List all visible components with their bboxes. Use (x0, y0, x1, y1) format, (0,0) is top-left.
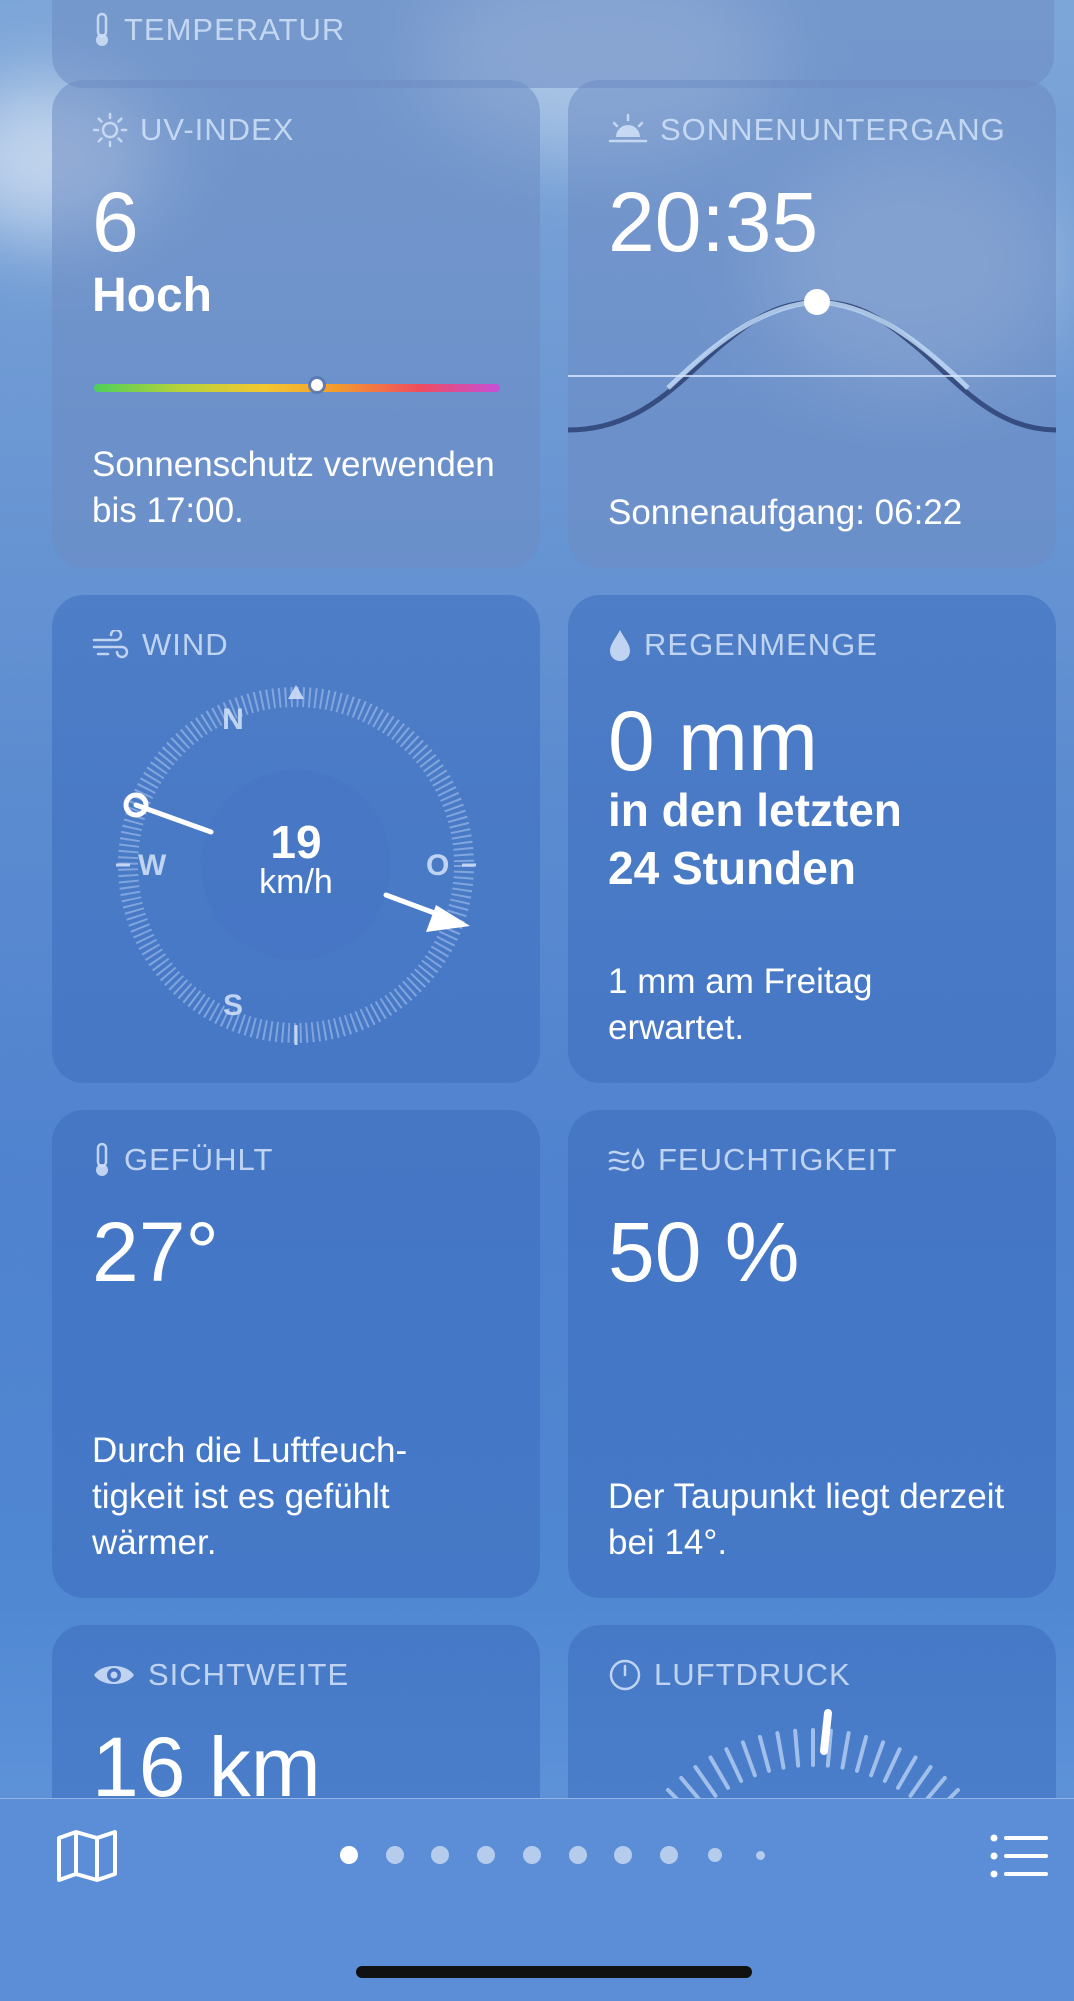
humidity-header: FEUCHTIGKEIT (608, 1142, 897, 1178)
feels-like-description: Durch die Luftfeuch-tigkeit ist es gefüh… (92, 1431, 408, 1562)
compass-north: N (222, 703, 244, 736)
sunset-time: 20:35 (608, 175, 819, 269)
uv-level: Hoch (92, 269, 212, 322)
humidity-value: 50 % (608, 1205, 800, 1299)
temperature-card[interactable]: TEMPERATUR (52, 0, 1054, 88)
page-dot[interactable] (568, 1846, 587, 1864)
humidity-title: FEUCHTIGKEIT (658, 1142, 898, 1177)
wind-card[interactable]: WIND N W O S 19 km/h (52, 595, 540, 1083)
uv-title: UV-INDEX (140, 112, 295, 147)
sun-position-marker (804, 289, 830, 315)
sun-icon (92, 112, 128, 148)
thermometer-icon (96, 1142, 108, 1176)
page-dot[interactable] (340, 1846, 358, 1864)
humidity-card[interactable]: FEUCHTIGKEIT 50 % Der Taupunkt liegt der… (568, 1110, 1056, 1598)
humidity-icon (608, 1147, 645, 1172)
uv-scale-bar (94, 379, 500, 392)
wind-icon (92, 630, 129, 659)
rain-header: REGENMENGE (608, 627, 878, 663)
page-dot[interactable] (385, 1846, 404, 1864)
temperature-header: TEMPERATUR (92, 12, 345, 48)
sun-path-chart (568, 289, 1056, 433)
uv-index-card[interactable]: UV-INDEX 6 Hoch Sonnenschutz verwenden b… (52, 80, 540, 568)
sunset-title: SONNENUNTERGANG (660, 112, 1006, 147)
wind-speed: 19 (270, 816, 322, 868)
sunset-icon (608, 113, 648, 143)
uv-header: UV-INDEX (92, 112, 294, 148)
page-dot[interactable] (477, 1846, 496, 1864)
uv-description: Sonnenschutz verwenden bis 17:00. (92, 445, 495, 530)
visibility-title: SICHTWEITE (148, 1657, 350, 1692)
wind-unit: km/h (259, 863, 333, 901)
visibility-header: SICHTWEITE (92, 1657, 349, 1693)
drop-icon (610, 630, 630, 661)
gauge-icon (609, 1659, 641, 1691)
feels-like-card[interactable]: GEFÜHLT 27° Durch die Luftfeuch-tigkeit … (52, 1110, 540, 1598)
home-indicator (356, 1966, 752, 1978)
uv-value: 6 (92, 175, 139, 269)
compass-west: W (138, 849, 167, 882)
feels-like-header: GEFÜHLT (92, 1142, 273, 1178)
pressure-title: LUFTDRUCK (654, 1657, 851, 1692)
page-dot[interactable] (755, 1850, 765, 1860)
feels-like-title: GEFÜHLT (124, 1142, 274, 1177)
map-icon[interactable] (56, 1828, 118, 1884)
sunset-header: SONNENUNTERGANG (608, 112, 1006, 148)
wind-header: WIND (92, 627, 229, 663)
page-dot[interactable] (659, 1846, 678, 1864)
temperature-title: TEMPERATUR (124, 12, 346, 47)
page-dot[interactable] (707, 1848, 722, 1862)
list-icon[interactable] (990, 1834, 1050, 1878)
rain-period-line2: 24 Stunden (608, 842, 856, 894)
pressure-header: LUFTDRUCK (608, 1657, 851, 1693)
humidity-description: Der Taupunkt liegt derzeit bei 14°. (608, 1477, 1005, 1562)
rain-forecast: 1 mm am Freitag erwartet. (608, 962, 873, 1047)
compass-east: O (426, 849, 450, 882)
rain-period-line1: in den letzten (608, 784, 902, 836)
sunset-card[interactable]: SONNENUNTERGANG 20:35 Sonnenaufgang: 06:… (568, 80, 1056, 568)
sunrise-time: Sonnenaufgang: 06:22 (608, 493, 963, 532)
wind-title: WIND (142, 627, 229, 662)
page-dot[interactable] (522, 1846, 541, 1864)
uv-indicator (311, 379, 324, 391)
thermometer-icon (96, 12, 108, 46)
rain-title: REGENMENGE (644, 627, 878, 662)
eye-icon (94, 1666, 134, 1684)
rain-card[interactable]: REGENMENGE 0 mm in den letzten 24 Stunde… (568, 595, 1056, 1083)
compass-south: S (222, 989, 243, 1022)
feels-like-value: 27° (92, 1205, 220, 1299)
visibility-value: 16 km (92, 1720, 321, 1814)
rain-amount: 0 mm (608, 694, 818, 788)
